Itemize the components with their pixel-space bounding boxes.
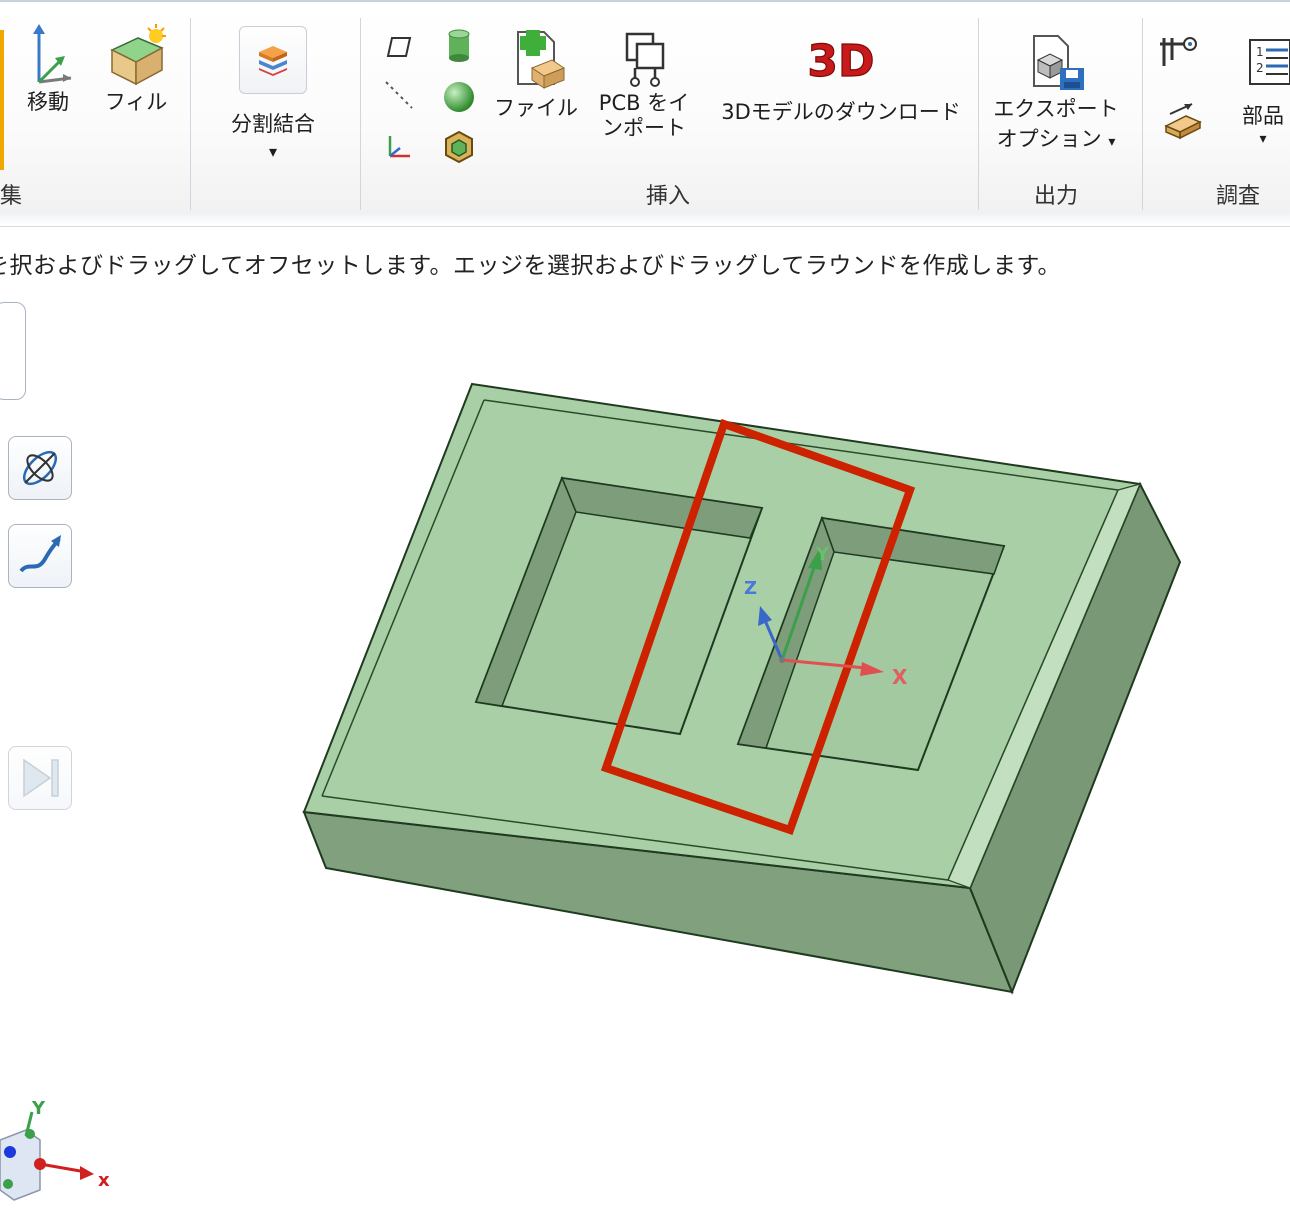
orientation-cube[interactable]: Y x bbox=[0, 1098, 110, 1201]
triad-x-label: X bbox=[892, 665, 908, 689]
group-separator bbox=[360, 18, 361, 210]
pcb-import-label-1: PCB をイ bbox=[598, 91, 690, 115]
group-label-output: 出力 bbox=[1034, 184, 1079, 209]
export-options-button[interactable]: エクスポート オプション ▾ bbox=[986, 30, 1126, 159]
move-label: 移動 bbox=[27, 90, 69, 114]
parts-button[interactable]: 部品 ▾ bbox=[1230, 102, 1290, 148]
split-combine-frame bbox=[239, 26, 307, 94]
export-options-label-2: オプション ▾ bbox=[997, 122, 1116, 159]
ribbon-bottom-edge bbox=[0, 212, 1290, 227]
list-icon[interactable]: 1 2 bbox=[1248, 38, 1290, 86]
pcb-import-button[interactable]: PCB をイ ンポート bbox=[594, 30, 694, 140]
mini-y-label: Y bbox=[31, 1098, 46, 1119]
move-button[interactable]: 移動 bbox=[8, 24, 88, 116]
caliper-icon[interactable] bbox=[1158, 34, 1198, 70]
triad-y-label: Y bbox=[815, 544, 830, 565]
move-icon bbox=[33, 24, 72, 84]
export-options-label-1: エクスポート bbox=[993, 97, 1119, 121]
split-combine-button[interactable]: 分割結合 ▾ bbox=[218, 26, 328, 166]
download-3d-model-label: 3Dモデルのダウンロード bbox=[721, 100, 961, 124]
cylinder-icon[interactable] bbox=[444, 28, 474, 64]
triad-z-label: Z bbox=[744, 578, 757, 599]
group-separator bbox=[978, 18, 979, 210]
group-label-edit: 編集 bbox=[0, 184, 23, 209]
model-body[interactable] bbox=[302, 382, 1182, 995]
pcb-import-label-2: ンポート bbox=[602, 116, 686, 140]
sketch-plane-icon[interactable] bbox=[384, 32, 414, 62]
split-combine-icon bbox=[259, 46, 287, 76]
split-combine-dropdown[interactable]: ▾ bbox=[269, 138, 277, 166]
measure-icon[interactable] bbox=[1162, 102, 1202, 140]
group-label-insert: 挿入 bbox=[646, 184, 691, 209]
sphere-icon[interactable] bbox=[442, 80, 476, 114]
line-icon[interactable] bbox=[384, 80, 414, 110]
parts-dropdown[interactable]: ▾ bbox=[1259, 130, 1266, 148]
export-options-icon bbox=[1033, 35, 1084, 90]
split-combine-label: 分割結合 bbox=[231, 112, 315, 136]
group-label-inspect: 調査 bbox=[1216, 184, 1261, 209]
fill-button[interactable]: フィル bbox=[96, 24, 176, 116]
parts-label: 部品 bbox=[1242, 104, 1284, 128]
axis-icon[interactable] bbox=[384, 132, 414, 162]
file-insert-button[interactable]: ファイル bbox=[494, 28, 578, 122]
fill-label: フィル bbox=[104, 90, 168, 114]
fill-icon bbox=[110, 24, 166, 86]
component-icon[interactable] bbox=[444, 130, 474, 164]
file-insert-icon bbox=[517, 30, 566, 89]
svg-text:2: 2 bbox=[1256, 61, 1264, 75]
active-indicator bbox=[0, 30, 4, 170]
svg-text:3D: 3D bbox=[807, 36, 874, 87]
export-options-dropdown[interactable]: ▾ bbox=[1108, 134, 1115, 150]
svg-text:1: 1 bbox=[1256, 45, 1264, 59]
group-separator bbox=[1142, 18, 1143, 210]
download-3d-model-button[interactable]: 3D 3Dモデルのダウンロード bbox=[716, 32, 966, 126]
group-separator bbox=[190, 18, 191, 210]
ribbon: 移動 フィル 編集 分割結合 ▾ bbox=[0, 0, 1290, 215]
file-insert-label: ファイル bbox=[494, 96, 578, 120]
export-options-label-text: オプション bbox=[996, 127, 1102, 151]
mini-x-label: x bbox=[98, 1170, 110, 1191]
3d-viewport[interactable]: X Y Z Y x bbox=[0, 226, 1290, 1208]
pcb-import-icon bbox=[625, 32, 665, 87]
3d-logo-icon: 3D bbox=[807, 35, 875, 87]
